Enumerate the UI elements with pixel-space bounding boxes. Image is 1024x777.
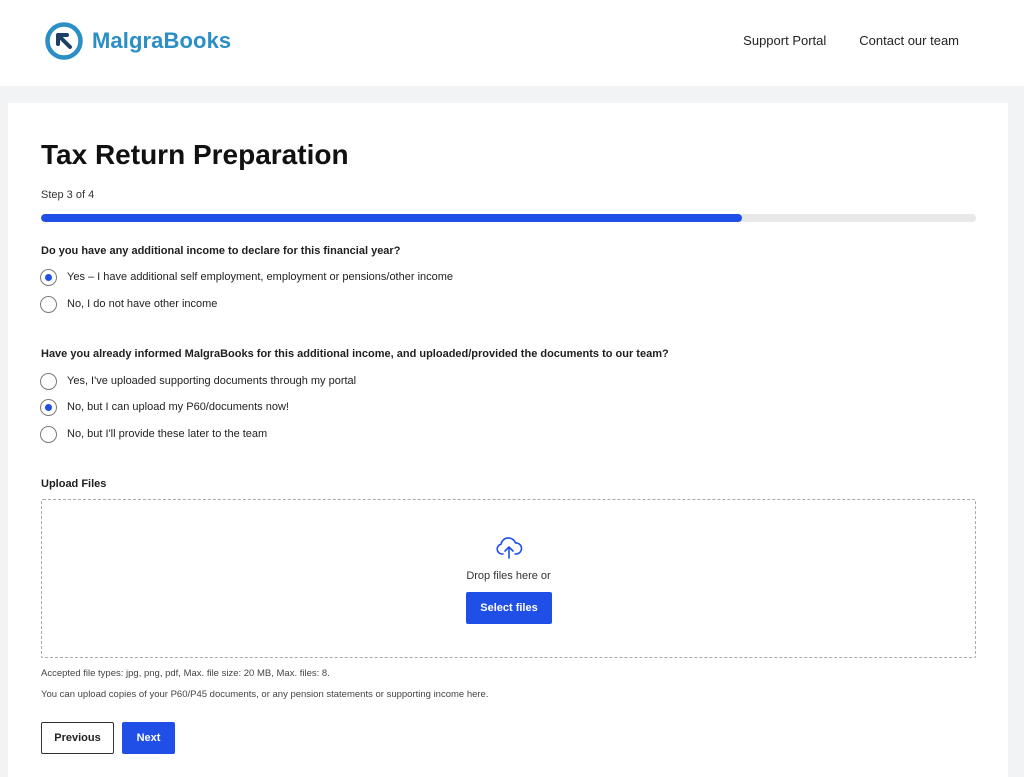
- select-files-button[interactable]: Select files: [466, 592, 552, 624]
- next-button[interactable]: Next: [122, 722, 175, 754]
- radio-option-income-yes[interactable]: Yes – I have additional self employment,…: [40, 268, 453, 286]
- radio-option-docs-later[interactable]: No, but I'll provide these later to the …: [40, 425, 267, 443]
- upload-help-note: You can upload copies of your P60/P45 do…: [41, 689, 489, 700]
- radio-label: No, I do not have other income: [67, 298, 218, 310]
- radio-label: Yes – I have additional self employment,…: [67, 271, 454, 283]
- brand-name: MalgraBooks: [92, 28, 232, 53]
- radio-button[interactable]: [40, 372, 57, 390]
- radio-button[interactable]: [40, 268, 57, 286]
- file-dropzone[interactable]: Drop files here or Select files: [41, 499, 976, 658]
- top-nav: Support Portal Contact our team: [743, 33, 959, 48]
- radio-option-income-no[interactable]: No, I do not have other income: [40, 295, 217, 313]
- radio-label: No, but I'll provide these later to the …: [67, 428, 268, 440]
- site-header: MalgraBooks Support Portal Contact our t…: [0, 0, 1024, 86]
- previous-button[interactable]: Previous: [41, 722, 114, 754]
- radio-button[interactable]: [40, 295, 57, 313]
- nav-support-portal[interactable]: Support Portal: [743, 33, 826, 48]
- radio-button[interactable]: [40, 398, 57, 416]
- form-card: Tax Return Preparation Step 3 of 4 Do yo…: [8, 103, 1008, 777]
- question-documents-provided: Have you already informed MalgraBooks fo…: [41, 348, 669, 360]
- radio-label: No, but I can upload my P60/documents no…: [67, 401, 289, 413]
- radio-button[interactable]: [40, 425, 57, 443]
- arrow-circle-logo-icon: [45, 22, 83, 60]
- question-additional-income: Do you have any additional income to dec…: [41, 245, 401, 257]
- radio-option-docs-upload-now[interactable]: No, but I can upload my P60/documents no…: [40, 398, 289, 416]
- drop-files-text: Drop files here or: [466, 570, 551, 582]
- radio-option-docs-uploaded[interactable]: Yes, I've uploaded supporting documents …: [40, 372, 356, 390]
- progress-bar: [41, 214, 976, 222]
- progress-fill: [41, 214, 743, 222]
- cloud-upload-icon: [496, 537, 523, 559]
- page-title: Tax Return Preparation: [41, 139, 349, 170]
- upload-files-label: Upload Files: [41, 478, 107, 490]
- radio-label: Yes, I've uploaded supporting documents …: [67, 375, 357, 387]
- step-indicator: Step 3 of 4: [41, 189, 95, 201]
- brand-logo[interactable]: MalgraBooks: [44, 21, 231, 61]
- accepted-file-types-note: Accepted file types: jpg, png, pdf, Max.…: [41, 668, 330, 679]
- nav-contact-team[interactable]: Contact our team: [859, 33, 959, 48]
